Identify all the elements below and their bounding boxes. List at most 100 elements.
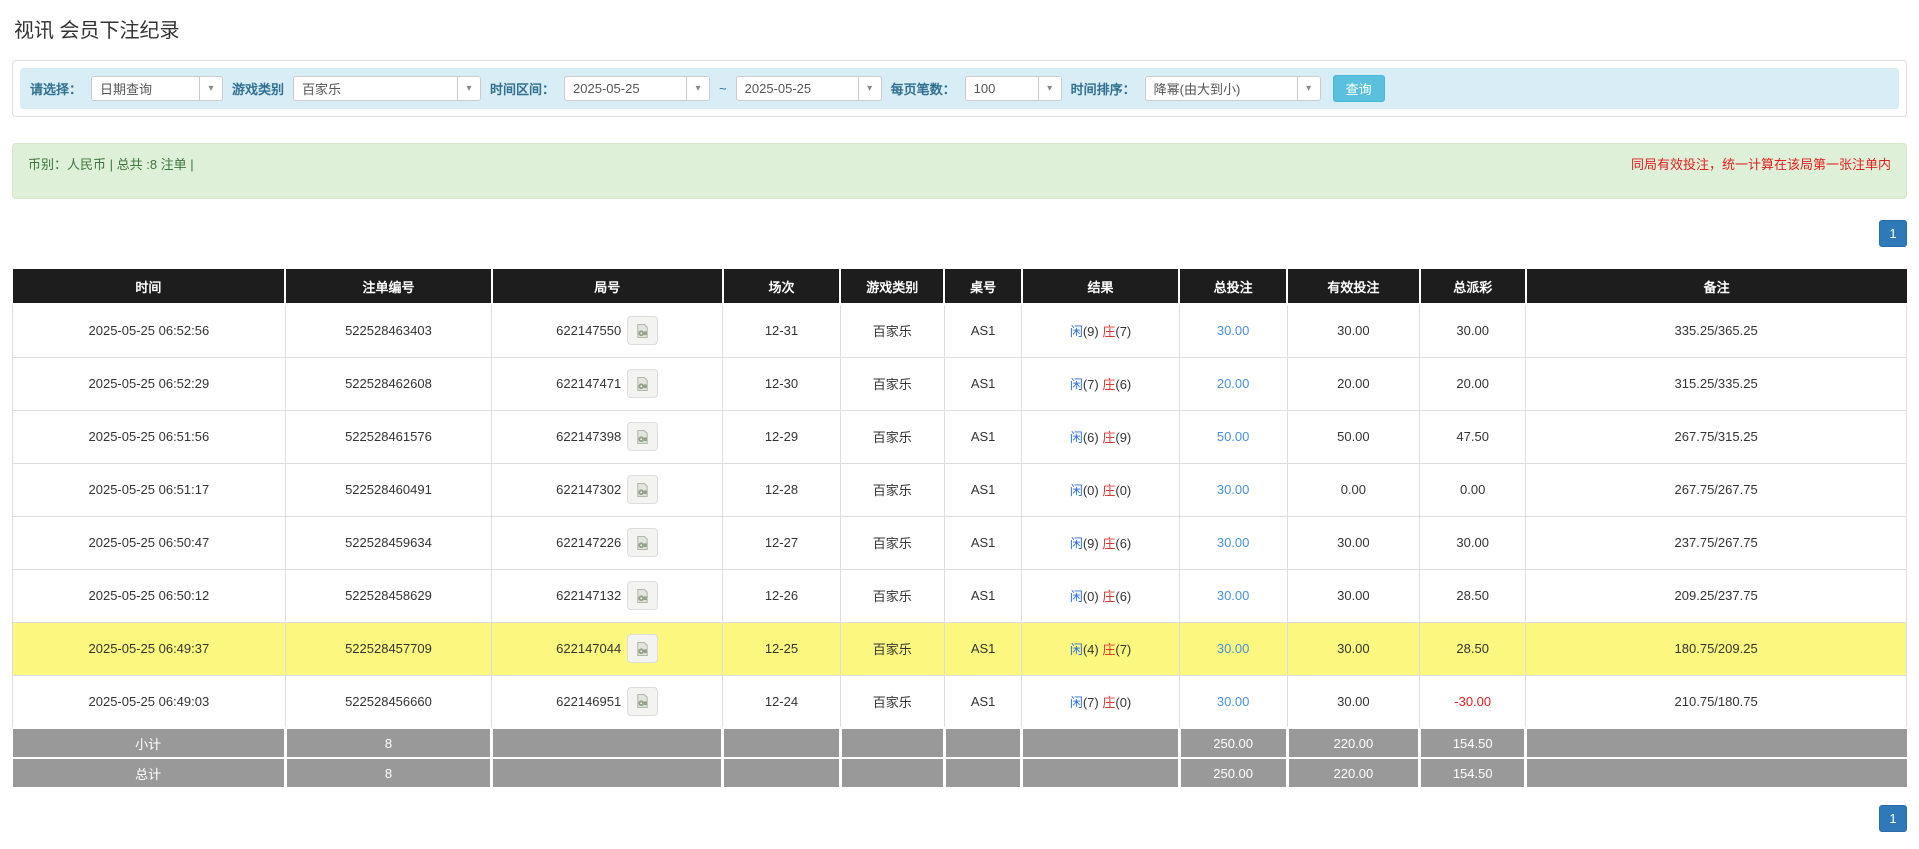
query-type-select[interactable]: 日期查询 ▾	[91, 76, 223, 101]
total-bet-cell: 30.00	[1179, 516, 1287, 569]
time-cell: 2025-05-25 06:51:56	[13, 410, 286, 463]
video-replay-button[interactable]	[627, 528, 658, 557]
header-payout: 总派彩	[1420, 269, 1526, 304]
total-bet-link[interactable]: 30.00	[1217, 482, 1250, 497]
total-bet-link[interactable]: 30.00	[1217, 588, 1250, 603]
total-bet-link[interactable]: 30.00	[1217, 694, 1250, 709]
round-id: 622147302	[556, 482, 621, 497]
table-row: 2025-05-25 06:52:29522528462608622147471…	[13, 357, 1907, 410]
time-cell: 2025-05-25 06:52:56	[13, 304, 286, 357]
session-cell: 12-29	[723, 410, 840, 463]
banker-result-label: 庄	[1102, 483, 1115, 498]
time-sort-select[interactable]: 降幂(由大到小) ▾	[1145, 76, 1321, 101]
table-body: 2025-05-25 06:52:56522528463403622147550…	[13, 304, 1907, 728]
subtotal-count: 8	[285, 728, 491, 758]
round-cell: 622147550	[492, 304, 723, 357]
time-cell: 2025-05-25 06:49:03	[13, 675, 286, 728]
round-cell: 622147044	[492, 622, 723, 675]
session-cell: 12-27	[723, 516, 840, 569]
film-document-icon	[635, 588, 650, 604]
bet-id-cell: 522528459634	[285, 516, 491, 569]
search-button[interactable]: 查询	[1333, 75, 1385, 102]
table-header-row: 时间 注单编号 局号 场次 游戏类别 桌号 结果 总投注 有效投注 总派彩 备注	[13, 269, 1907, 304]
game-type-value: 百家乐	[294, 77, 457, 100]
banker-result-score: (6)	[1115, 377, 1131, 392]
total-bet-cell: 30.00	[1179, 675, 1287, 728]
film-document-icon	[635, 376, 650, 392]
date-from-select[interactable]: 2025-05-25 ▾	[564, 76, 710, 101]
game-type-select[interactable]: 百家乐 ▾	[293, 76, 481, 101]
table-row: 2025-05-25 06:51:56522528461576622147398…	[13, 410, 1907, 463]
round-id: 622146951	[556, 694, 621, 709]
filter-bar: 请选择： 日期查询 ▾ 游戏类别 百家乐 ▾ 时间区间： 2025-05-25 …	[20, 68, 1899, 109]
date-range-label: 时间区间：	[490, 79, 555, 98]
note-cell: 267.75/267.75	[1526, 463, 1907, 516]
banker-result-score: (7)	[1115, 642, 1131, 657]
game-type-cell: 百家乐	[840, 675, 944, 728]
summary-note-text: 同局有效投注，统一计算在该局第一张注单内	[1631, 154, 1891, 173]
date-to-select[interactable]: 2025-05-25 ▾	[736, 76, 882, 101]
banker-result-score: (7)	[1115, 324, 1131, 339]
video-replay-button[interactable]	[627, 316, 658, 345]
player-result-label: 闲	[1070, 642, 1083, 657]
video-replay-button[interactable]	[627, 687, 658, 716]
total-bet-link[interactable]: 20.00	[1217, 376, 1250, 391]
film-document-icon	[635, 641, 650, 657]
valid-bet-cell: 0.00	[1287, 463, 1420, 516]
round-cell: 622147398	[492, 410, 723, 463]
result-cell: 闲(6) 庄(9)	[1022, 410, 1179, 463]
note-cell: 180.75/209.25	[1526, 622, 1907, 675]
video-replay-button[interactable]	[627, 581, 658, 610]
note-cell: 267.75/315.25	[1526, 410, 1907, 463]
video-replay-button[interactable]	[627, 422, 658, 451]
video-replay-button[interactable]	[627, 475, 658, 504]
time-cell: 2025-05-25 06:50:47	[13, 516, 286, 569]
game-type-cell: 百家乐	[840, 304, 944, 357]
bet-id-cell: 522528457709	[285, 622, 491, 675]
page-size-select[interactable]: 100 ▾	[965, 76, 1062, 101]
result-cell: 闲(0) 庄(0)	[1022, 463, 1179, 516]
total-count: 8	[285, 758, 491, 788]
page-1-button[interactable]: 1	[1879, 220, 1907, 247]
pagination-top: 1	[12, 220, 1907, 247]
player-result-label: 闲	[1070, 483, 1083, 498]
total-bet-cell: 50.00	[1179, 410, 1287, 463]
payout-cell: 47.50	[1420, 410, 1526, 463]
result-cell: 闲(9) 庄(6)	[1022, 516, 1179, 569]
total-bet-link[interactable]: 30.00	[1217, 323, 1250, 338]
chevron-down-icon: ▾	[686, 77, 709, 100]
table-row: 2025-05-25 06:50:47522528459634622147226…	[13, 516, 1907, 569]
round-id: 622147398	[556, 429, 621, 444]
subtotal-valid-bet: 220.00	[1287, 728, 1420, 758]
film-document-icon	[635, 535, 650, 551]
table-row: 2025-05-25 06:50:12522528458629622147132…	[13, 569, 1907, 622]
game-type-cell: 百家乐	[840, 357, 944, 410]
round-cell: 622147302	[492, 463, 723, 516]
player-result-score: (4)	[1083, 642, 1099, 657]
subtotal-payout: 154.50	[1420, 728, 1526, 758]
result-cell: 闲(4) 庄(7)	[1022, 622, 1179, 675]
total-bet-cell: 30.00	[1179, 569, 1287, 622]
payout-cell: 28.50	[1420, 622, 1526, 675]
valid-bet-cell: 30.00	[1287, 622, 1420, 675]
table-no-cell: AS1	[944, 463, 1022, 516]
total-label: 总计	[13, 758, 286, 788]
total-bet-link[interactable]: 30.00	[1217, 535, 1250, 550]
chevron-down-icon: ▾	[1297, 77, 1320, 100]
valid-bet-cell: 30.00	[1287, 516, 1420, 569]
page-1-button[interactable]: 1	[1879, 805, 1907, 832]
total-bet-link[interactable]: 30.00	[1217, 641, 1250, 656]
header-valid-bet: 有效投注	[1287, 269, 1420, 304]
total-bet-link[interactable]: 50.00	[1217, 429, 1250, 444]
payout-cell: 30.00	[1420, 516, 1526, 569]
round-id: 622147044	[556, 641, 621, 656]
video-replay-button[interactable]	[627, 634, 658, 663]
valid-bet-cell: 20.00	[1287, 357, 1420, 410]
bet-id-cell: 522528463403	[285, 304, 491, 357]
query-type-label: 请选择：	[30, 79, 82, 98]
summary-bar: 币别：人民币 | 总共 :8 注单 | 同局有效投注，统一计算在该局第一张注单内	[12, 143, 1907, 199]
session-cell: 12-24	[723, 675, 840, 728]
video-replay-button[interactable]	[627, 369, 658, 398]
player-result-label: 闲	[1070, 695, 1083, 710]
total-bet-cell: 30.00	[1179, 304, 1287, 357]
